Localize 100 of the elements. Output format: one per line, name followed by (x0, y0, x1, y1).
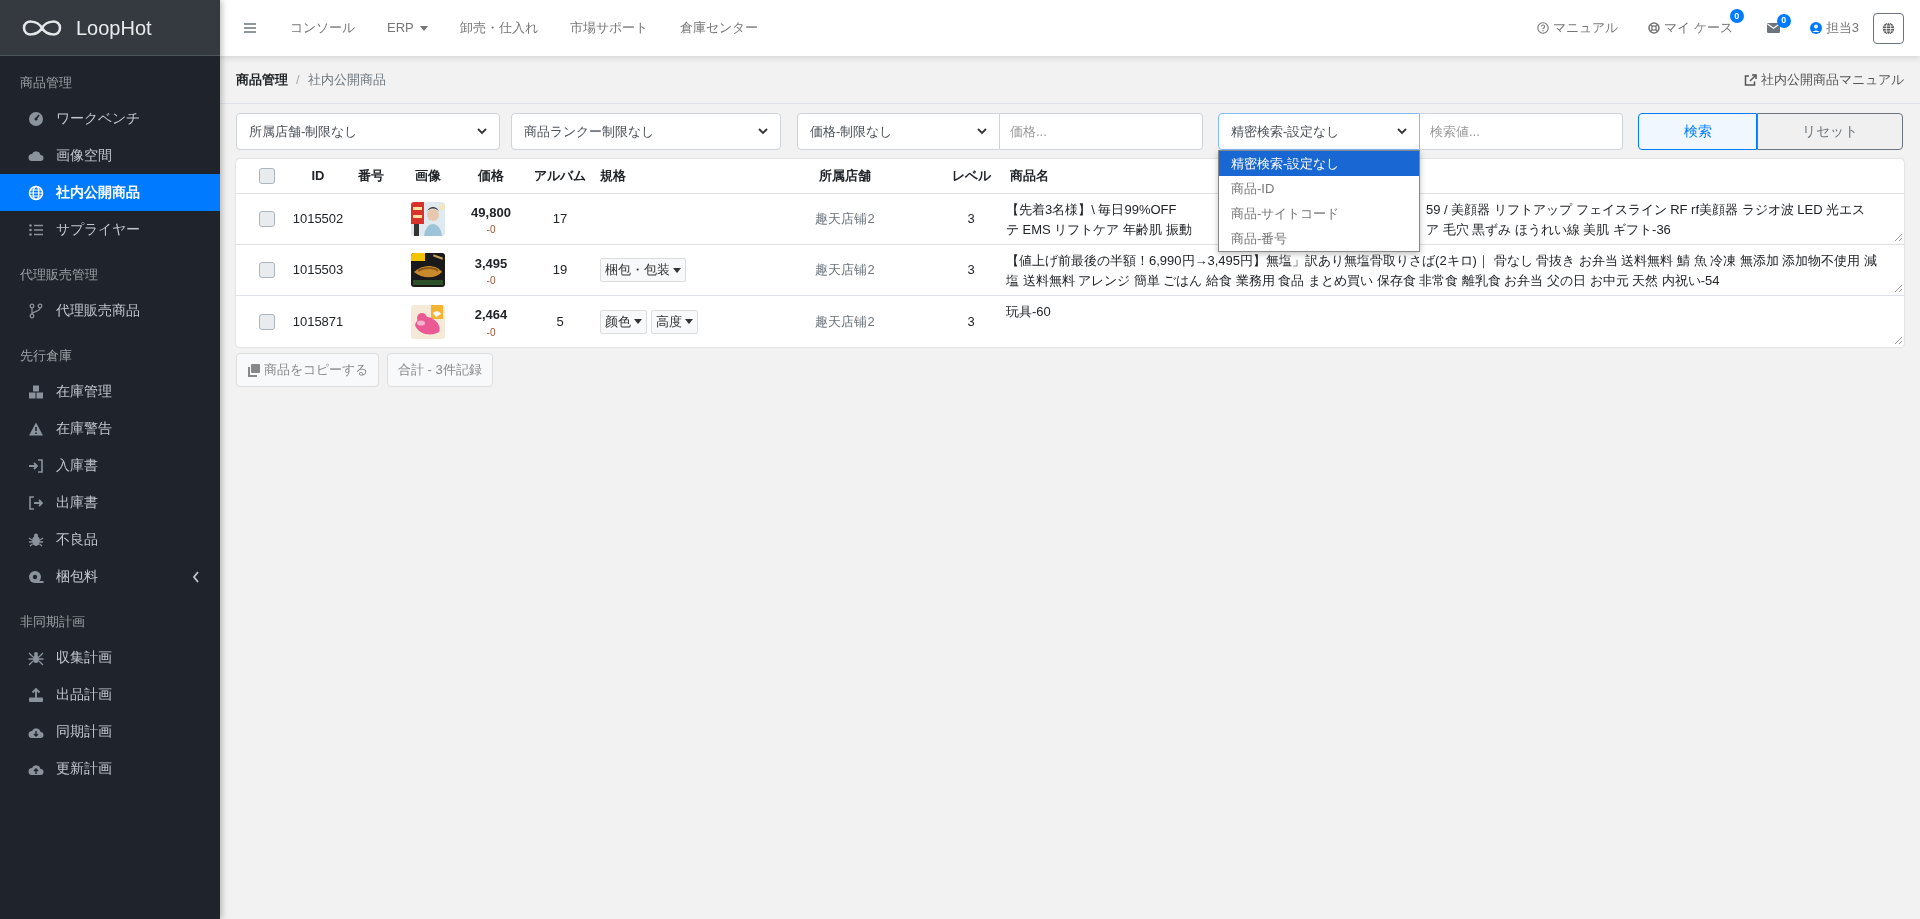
sidebar-item[interactable]: 入庫書 (0, 447, 220, 484)
gauge-icon (28, 110, 44, 127)
table-cell-text: 5 (556, 312, 564, 331)
mail-button[interactable] (1766, 23, 1780, 33)
sidebar-section-title: 先行倉庫 (20, 346, 72, 365)
reset-button[interactable]: リセット (1757, 113, 1903, 150)
price-text: 3,495 (474, 254, 508, 273)
price-change-text: -0 (486, 225, 496, 236)
sidebar-item[interactable]: 在庫管理 (0, 373, 220, 410)
table-cell-text: 3 (967, 210, 975, 229)
sidebar-section-title: 非同期計画 (20, 612, 85, 631)
sidebar-item[interactable]: 収集計画 (0, 639, 220, 676)
warning-icon (28, 420, 44, 437)
globe-icon (28, 184, 44, 201)
menu-icon[interactable] (244, 23, 256, 33)
language-button[interactable] (1873, 12, 1904, 44)
user-icon (1809, 22, 1822, 34)
sidebar-item[interactable]: 在庫警告 (0, 410, 220, 447)
price-text: 49,800 (471, 203, 511, 222)
boxes-icon (28, 383, 44, 400)
list-icon (28, 221, 44, 238)
sidebar-item[interactable]: 更新計画 (0, 750, 220, 787)
checkbox[interactable] (259, 313, 275, 330)
sidebar-item[interactable]: 画像空間 (0, 137, 220, 174)
table-cell-text: 3 (967, 312, 975, 331)
caret-icon (634, 319, 642, 324)
sidebar-item[interactable]: 不良品 (0, 521, 220, 558)
table-cell-text: 17 (552, 210, 568, 229)
column-header: 規格 (600, 167, 626, 186)
globe-icon (1882, 21, 1895, 35)
dropdown-option[interactable]: 商品-ID (1219, 176, 1419, 201)
lifebuoy-icon (1648, 22, 1661, 34)
sidebar-item[interactable]: 出庫書 (0, 484, 220, 521)
store-text: 趣天店铺2 (815, 312, 875, 331)
resize-handle-icon[interactable] (1894, 233, 1902, 241)
select-field[interactable]: 商品ランクー制限なし (511, 113, 781, 150)
dropdown-option[interactable]: 精密検索-設定なし (1219, 151, 1419, 176)
brand-name: LoopHot (76, 15, 152, 41)
store-text: 趣天店铺2 (815, 261, 875, 280)
breadcrumb-item[interactable]: 社内公開商品 (307, 69, 386, 90)
column-header: アルバム (534, 167, 586, 186)
column-header: 商品名 (1010, 167, 1049, 186)
sidebar-item[interactable]: ワークベンチ (0, 100, 220, 137)
manual-link[interactable]: マニュアル (1537, 18, 1619, 38)
column-header: 画像 (415, 167, 441, 186)
product-name-text: ア 毛穴 黒ずみ ほうれい線 美肌 ギフト-36 (1426, 221, 1671, 239)
table-cell-text: 1015503 (292, 261, 344, 280)
product-name-text: 59 / 美顔器 リフトアップ フェイスライン RF rf美顔器 ラジオ波 LED 光エス (1426, 201, 1866, 219)
column-header: 所属店舗 (819, 167, 871, 186)
nav-link[interactable]: 市場サポート (569, 18, 648, 38)
spec-dropdown[interactable]: 颜色 (600, 309, 647, 334)
product-name-text: テ EMS リフトケア 年齢肌 振動 (1006, 221, 1193, 239)
checkbox[interactable] (259, 211, 275, 227)
copy-button[interactable]: 商品をコピーする (236, 353, 379, 387)
store-text: 趣天店铺2 (815, 210, 875, 229)
input-field[interactable]: 価格... (1000, 113, 1203, 150)
manual-link[interactable]: 社内公開商品マニュアル (1744, 69, 1904, 90)
total-button[interactable]: 合計 - 3件記録 (387, 353, 493, 387)
count-badge: 0 (1729, 9, 1744, 24)
spec-dropdown[interactable]: 梱包・包装 (600, 258, 686, 282)
price-change-text: -0 (486, 276, 496, 287)
chevron-down-icon (758, 128, 768, 135)
caret-icon (685, 319, 693, 324)
resize-handle-icon[interactable] (1894, 284, 1902, 292)
select-field[interactable]: 精密検索-設定なし (1218, 113, 1420, 150)
sidebar-item[interactable]: 梱包料 (0, 558, 220, 595)
caret-icon (419, 25, 428, 31)
select-field[interactable]: 所属店舗-制限なし (236, 113, 500, 150)
caret-icon (673, 267, 681, 273)
search-button[interactable]: 検索 (1638, 113, 1757, 150)
tape-icon (28, 568, 44, 585)
input-field[interactable]: 検索値... (1420, 113, 1623, 150)
select-field[interactable]: 価格-制限なし (797, 113, 1000, 150)
user-menu[interactable]: 担当3 (1809, 18, 1859, 38)
nav-link[interactable]: 卸売・仕入れ (459, 18, 538, 38)
sidebar-item[interactable]: サプライヤー (0, 211, 220, 248)
nav-link[interactable]: ERP (387, 18, 428, 38)
sidebar-item[interactable]: 代理販売商品 (0, 292, 220, 329)
breadcrumb-separator: / (296, 70, 300, 89)
help-icon (1537, 22, 1550, 34)
checkbox[interactable] (259, 168, 275, 184)
table-cell-text: 1015871 (292, 312, 344, 331)
column-header: レベル (951, 167, 991, 186)
chevron-down-icon (977, 128, 987, 135)
nav-link[interactable]: コンソール (290, 18, 355, 38)
name-field[interactable]: 玩具-60 (1002, 296, 1904, 347)
breadcrumb-item[interactable]: 商品管理 (236, 69, 288, 90)
sidebar-item[interactable]: 社内公開商品 (0, 174, 220, 211)
table-cell-text: 1015502 (292, 210, 344, 229)
dropdown-option[interactable]: 商品-サイトコード (1219, 201, 1419, 226)
external-link-icon (1744, 73, 1757, 86)
nav-link[interactable]: 倉庫センター (679, 18, 758, 38)
checkbox[interactable] (259, 262, 275, 278)
copy-icon (247, 363, 260, 377)
sidebar-item[interactable]: 出品計画 (0, 676, 220, 713)
column-header: 価格 (478, 167, 504, 186)
sidebar-item[interactable]: 同期計画 (0, 713, 220, 750)
spec-dropdown[interactable]: 高度 (651, 309, 698, 334)
table-cell-text: 3 (967, 261, 975, 280)
resize-handle-icon[interactable] (1894, 336, 1902, 344)
